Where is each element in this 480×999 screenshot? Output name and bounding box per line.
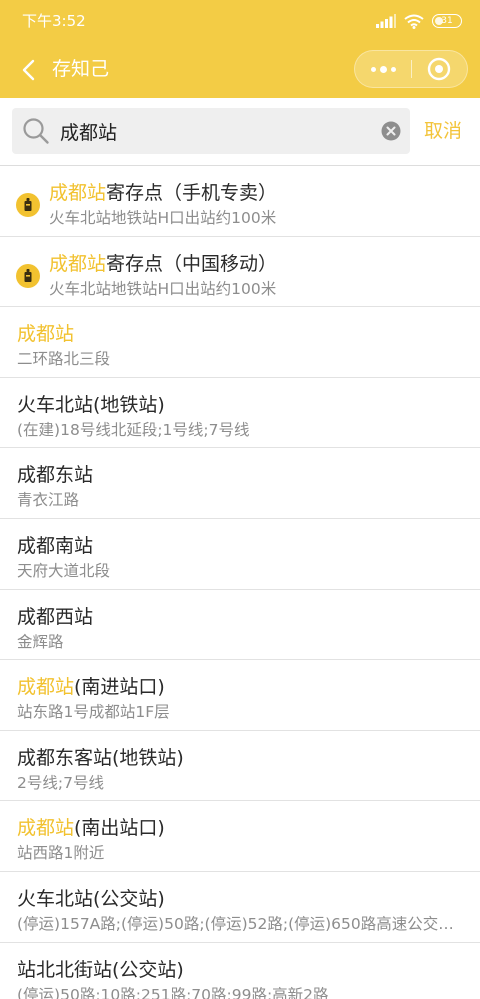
result-subtitle: 青衣江路 (17, 491, 80, 510)
more-dot-icon (379, 65, 387, 73)
result-title: 火车北站(公交站) (17, 885, 165, 913)
result-subtitle: (停运)50路;10路;251路;70路;99路;高新2路 (17, 985, 329, 999)
result-subtitle: (在建)18号线北延段;1号线;7号线 (17, 420, 250, 439)
result-item[interactable]: 成都站(南进站口) 站东路1号成都站1F层 (0, 660, 480, 731)
cancel-button[interactable]: 取消 (424, 118, 462, 144)
result-title: 站北北街站(公交站) (17, 956, 184, 984)
back-button[interactable] (12, 54, 44, 86)
result-title: 成都东客站(地铁站) (17, 744, 184, 772)
nav-bar: 存知己 (0, 42, 480, 98)
result-title: 成都站(南出站口) (17, 814, 165, 842)
status-icons: 31 (376, 11, 462, 31)
mini-program-capsule (354, 50, 468, 88)
result-item[interactable]: 成都东站 青衣江路 (0, 448, 480, 519)
result-title: 成都站(南进站口) (17, 673, 165, 701)
clear-icon[interactable] (381, 121, 401, 141)
result-subtitle: 火车北站地铁站H口出站约100米 (49, 279, 277, 298)
search-bar: 取消 (0, 98, 480, 166)
result-subtitle: 二环路北三段 (17, 350, 111, 369)
status-time: 下午3:52 (22, 12, 86, 30)
search-box (12, 108, 410, 154)
chevron-left-icon (22, 59, 35, 81)
app-screen: 下午3:52 31 存知己 成都站 取消 成都站寄存点（手机专卖） 火车北站地铁… (0, 0, 480, 999)
result-item[interactable]: 成都南站 天府大道北段 (0, 519, 480, 590)
result-title-rest: 成都南站 (17, 534, 94, 557)
search-results-list: 成都站寄存点（手机专卖） 火车北站地铁站H口出站约100米 成都站寄存点（中国移… (0, 166, 480, 999)
result-title-highlight: 成都站 (49, 252, 107, 275)
result-title-highlight: 成都站 (17, 676, 75, 699)
more-button[interactable] (355, 51, 411, 87)
result-item[interactable]: 火车北站(公交站) (停运)157A路;(停运)50路;(停运)52路;(停运)… (0, 872, 480, 943)
battery-level: 31 (441, 16, 453, 26)
target-close-icon (427, 57, 451, 81)
result-item[interactable]: 成都站 二环路北三段 (0, 307, 480, 378)
result-title-rest: 站北北街站(公交站) (17, 958, 184, 981)
result-title: 成都站寄存点（手机专卖） (49, 179, 277, 207)
signal-icon (376, 14, 396, 28)
result-title-rest: 寄存点（中国移动） (106, 252, 278, 275)
result-title-highlight: 成都站 (17, 817, 75, 840)
more-dot-icon (390, 66, 396, 72)
search-input[interactable] (60, 116, 370, 146)
result-title-highlight: 成都站 (17, 323, 75, 346)
close-mini-program-button[interactable] (411, 51, 467, 87)
result-title-rest: 火车北站(地铁站) (17, 393, 165, 416)
result-title-rest: 成都东客站(地铁站) (17, 746, 184, 769)
result-title: 成都南站 (17, 532, 93, 560)
page-title: 存知己 (52, 58, 110, 80)
result-title-rest: 成都东站 (17, 464, 94, 487)
result-title: 成都西站 (17, 603, 93, 631)
storage-locker-icon (16, 263, 40, 288)
wifi-icon (404, 14, 424, 29)
result-item[interactable]: 成都站寄存点（手机专卖） 火车北站地铁站H口出站约100米 (0, 166, 480, 237)
result-item[interactable]: 成都站寄存点（中国移动） 火车北站地铁站H口出站约100米 (0, 237, 480, 308)
result-title-rest: 寄存点（手机专卖） (106, 182, 278, 204)
result-subtitle: 站西路1附近 (17, 844, 105, 863)
result-item[interactable]: 成都东客站(地铁站) 2号线;7号线 (0, 731, 480, 802)
result-title-rest: (南出站口) (74, 817, 165, 840)
status-bar: 下午3:52 31 (0, 0, 480, 42)
result-title-rest: 火车北站(公交站) (17, 887, 165, 910)
result-item[interactable]: 站北北街站(公交站) (停运)50路;10路;251路;70路;99路;高新2路 (0, 943, 480, 999)
result-subtitle: 天府大道北段 (17, 561, 111, 580)
result-title-highlight: 成都站 (49, 182, 107, 204)
result-item[interactable]: 成都站(南出站口) 站西路1附近 (0, 801, 480, 872)
result-subtitle: 2号线;7号线 (17, 773, 104, 792)
result-subtitle: 站东路1号成都站1F层 (17, 703, 170, 722)
result-item[interactable]: 火车北站(地铁站) (在建)18号线北延段;1号线;7号线 (0, 378, 480, 449)
search-icon (23, 118, 49, 144)
more-dot-icon (370, 66, 376, 72)
result-title: 火车北站(地铁站) (17, 391, 165, 419)
result-subtitle: 火车北站地铁站H口出站约100米 (49, 209, 277, 227)
result-title-rest: 成都西站 (17, 605, 94, 628)
result-title: 成都站 (17, 320, 74, 348)
result-title: 成都东站 (17, 461, 93, 489)
result-title: 成都站寄存点（中国移动） (49, 250, 277, 278)
result-item[interactable]: 成都西站 金辉路 (0, 590, 480, 661)
result-subtitle: (停运)157A路;(停运)50路;(停运)52路;(停运)650路高速公交快线 (17, 914, 463, 933)
storage-locker-icon (16, 193, 40, 217)
result-subtitle: 金辉路 (17, 632, 64, 651)
result-title-rest: (南进站口) (74, 676, 165, 699)
battery-icon: 31 (432, 14, 462, 28)
